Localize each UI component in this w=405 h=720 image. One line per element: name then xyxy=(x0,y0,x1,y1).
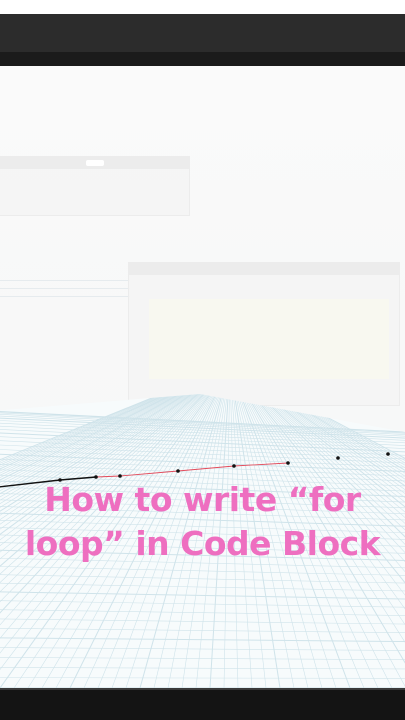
point xyxy=(176,469,180,473)
player-bottom-bar xyxy=(0,688,405,720)
point xyxy=(386,452,390,456)
caption-line-2: loop” in Code Block xyxy=(24,524,381,563)
dynamo-canvas[interactable] xyxy=(0,66,405,688)
point xyxy=(286,461,290,465)
point xyxy=(336,456,340,460)
app-toolbar xyxy=(0,14,405,52)
background-3d-grid xyxy=(0,394,405,688)
caption-line-1: How to write “for xyxy=(44,480,361,519)
status-strip xyxy=(0,0,405,14)
point xyxy=(232,464,236,468)
player-bottom-edge xyxy=(0,688,405,690)
toolbar-shadow xyxy=(0,52,405,66)
video-caption: How to write “for loop” in Code Block xyxy=(0,478,405,566)
